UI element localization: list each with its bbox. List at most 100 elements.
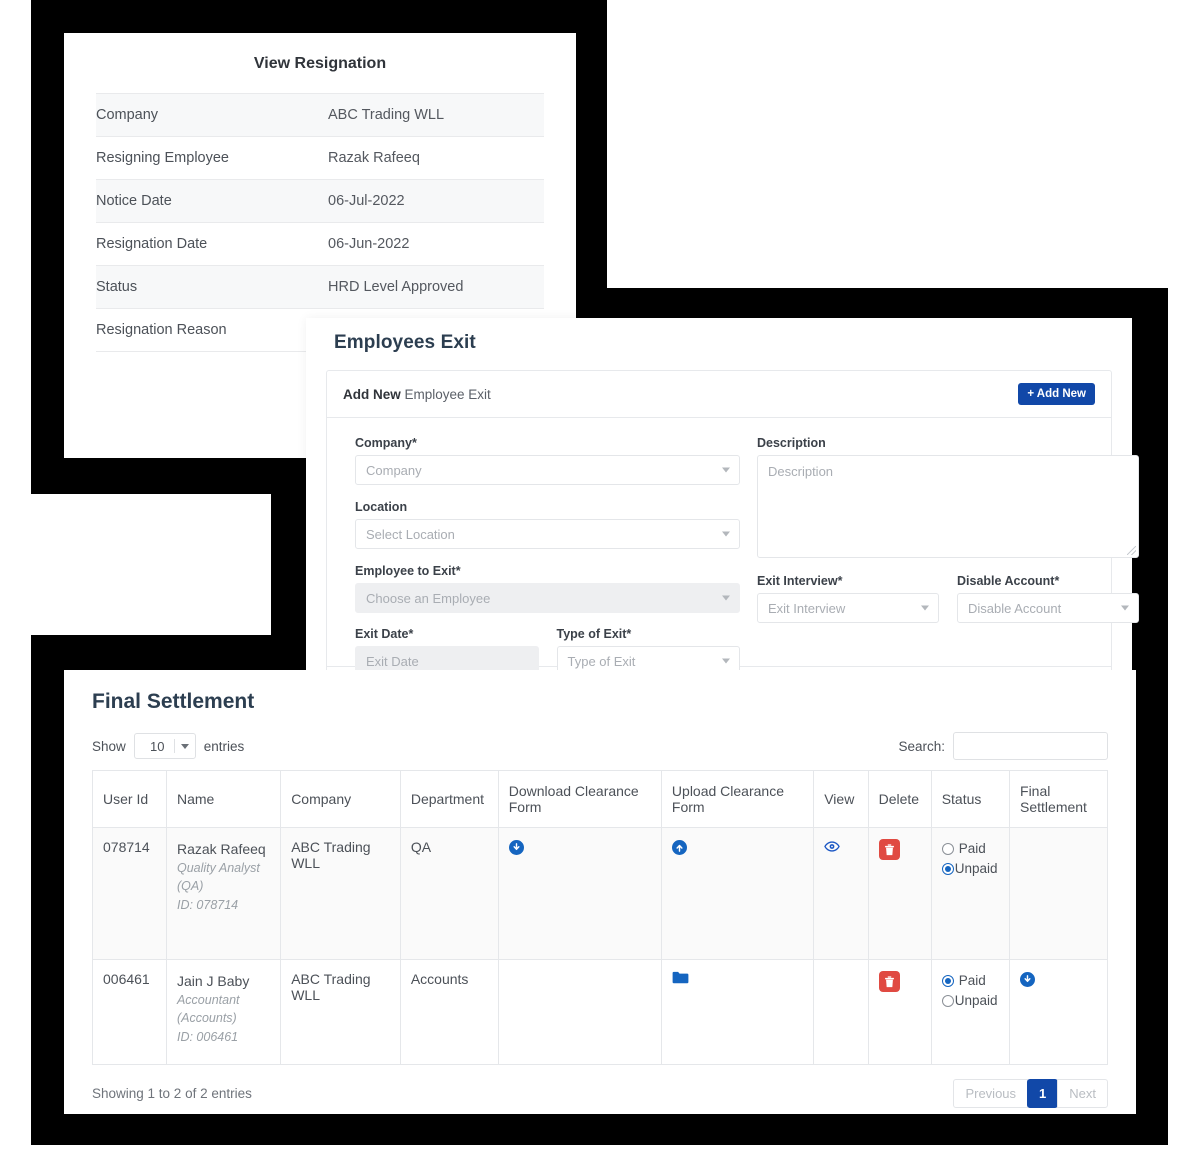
exit-date-group: Exit Date* Exit Date <box>355 627 539 676</box>
table-footer: Showing 1 to 2 of 2 entries Previous 1 N… <box>64 1065 1136 1108</box>
type-of-exit-label: Type of Exit* <box>557 627 741 641</box>
resize-grip-icon[interactable] <box>1127 546 1136 555</box>
status-radio-paid[interactable]: Paid <box>942 971 999 991</box>
employee-id-line: ID: 006461 <box>177 1028 270 1046</box>
status-radio-unpaid[interactable]: Unpaid <box>942 991 999 1011</box>
exit-interview-value: Exit Interview <box>768 601 845 616</box>
showing-entries-text: Showing 1 to 2 of 2 entries <box>92 1086 252 1101</box>
table-row: Company ABC Trading WLL <box>96 94 544 137</box>
cell-status: Paid Unpaid <box>931 960 1009 1065</box>
row-label: Resigning Employee <box>96 137 328 180</box>
chevron-down-icon <box>722 532 730 537</box>
row-value: Razak Rafeeq <box>328 137 544 180</box>
cell-user-id: 078714 <box>93 828 167 960</box>
cell-view <box>814 828 868 960</box>
description-textarea[interactable]: Description <box>757 455 1139 558</box>
row-value: 06-Jul-2022 <box>328 180 544 223</box>
search-input[interactable] <box>953 732 1108 760</box>
location-select[interactable]: Select Location <box>355 519 740 549</box>
row-label: Notice Date <box>96 180 328 223</box>
row-value: 06-Jun-2022 <box>328 223 544 266</box>
radio-selected-icon <box>942 863 954 875</box>
page-length-value: 10 <box>141 739 174 754</box>
cell-company: ABC Trading WLL <box>281 828 401 960</box>
eye-icon[interactable] <box>824 839 840 855</box>
cell-final-settlement <box>1010 828 1108 960</box>
trash-icon[interactable] <box>879 839 900 860</box>
disable-account-value: Disable Account <box>968 601 1061 616</box>
cell-delete <box>868 828 931 960</box>
upload-circle-icon[interactable] <box>672 840 687 855</box>
column-header-department: Department <box>400 771 498 828</box>
pagination-page-1[interactable]: 1 <box>1027 1079 1058 1108</box>
search-label: Search: <box>898 739 945 754</box>
radio-selected-icon <box>942 975 954 987</box>
location-label: Location <box>355 500 740 514</box>
cell-download-clearance <box>498 828 661 960</box>
screenshot-stage: View Resignation Company ABC Trading WLL… <box>0 0 1200 1153</box>
employee-to-exit-select[interactable]: Choose an Employee <box>355 583 740 613</box>
search-control: Search: <box>898 732 1108 760</box>
final-settlement-title: Final Settlement <box>64 670 1136 714</box>
chevron-down-icon <box>722 596 730 601</box>
exit-interview-group: Exit Interview* Exit Interview <box>757 574 939 623</box>
select-divider <box>174 739 175 753</box>
column-header-view: View <box>814 771 868 828</box>
description-label: Description <box>757 436 1139 450</box>
cell-company: ABC Trading WLL <box>281 960 401 1065</box>
trash-icon[interactable] <box>879 971 900 992</box>
column-header-name: Name <box>166 771 280 828</box>
pagination-next[interactable]: Next <box>1057 1079 1108 1108</box>
exit-interview-select[interactable]: Exit Interview <box>757 593 939 623</box>
cell-department: QA <box>400 828 498 960</box>
cell-user-id: 006461 <box>93 960 167 1065</box>
company-select[interactable]: Company <box>355 455 740 485</box>
disable-account-select[interactable]: Disable Account <box>957 593 1139 623</box>
backdrop-gap-white <box>31 494 270 635</box>
resignation-details-table: Company ABC Trading WLL Resigning Employ… <box>96 93 544 352</box>
panel-header-title-rest: Employee Exit <box>401 387 491 402</box>
table-row: 078714 Razak Rafeeq Quality Analyst (QA)… <box>93 828 1108 960</box>
cell-status: Paid Unpaid <box>931 828 1009 960</box>
status-radio-paid[interactable]: Paid <box>942 839 999 859</box>
cell-upload-clearance <box>661 960 813 1065</box>
page-length-select[interactable]: 10 <box>134 733 196 759</box>
company-select-value: Company <box>366 463 422 478</box>
row-label: Resignation Date <box>96 223 328 266</box>
chevron-down-icon <box>722 659 730 664</box>
pagination: Previous 1 Next <box>954 1079 1108 1108</box>
folder-icon[interactable] <box>672 971 689 987</box>
panel-body: Company* Company Location Select Locatio… <box>327 418 1111 666</box>
row-value: ABC Trading WLL <box>328 94 544 137</box>
employee-name: Jain J Baby <box>177 971 270 991</box>
row-value: HRD Level Approved <box>328 266 544 309</box>
row-label: Status <box>96 266 328 309</box>
company-label: Company* <box>355 436 740 450</box>
table-row: Status HRD Level Approved <box>96 266 544 309</box>
chevron-down-icon <box>181 744 189 749</box>
employee-designation: Accountant (Accounts) <box>177 991 270 1027</box>
employees-exit-card: Employees Exit Add New Employee Exit + A… <box>306 318 1132 728</box>
table-header-row: User Id Name Company Department Download… <box>93 771 1108 828</box>
employee-name: Razak Rafeeq <box>177 839 270 859</box>
pagination-previous[interactable]: Previous <box>953 1079 1028 1108</box>
column-header-company: Company <box>281 771 401 828</box>
column-header-upload-clearance-form: Upload Clearance Form <box>661 771 813 828</box>
chevron-down-icon <box>1121 606 1129 611</box>
status-radio-unpaid[interactable]: Unpaid <box>942 859 999 879</box>
exit-date-label: Exit Date* <box>355 627 539 641</box>
download-circle-icon[interactable] <box>1020 972 1035 987</box>
radio-unselected-icon <box>942 843 954 855</box>
panel-header-title: Add New Employee Exit <box>343 387 491 402</box>
cell-upload-clearance <box>661 828 813 960</box>
status-unpaid-label: Unpaid <box>955 859 998 879</box>
cell-download-clearance <box>498 960 661 1065</box>
download-circle-icon[interactable] <box>509 840 524 855</box>
form-right-column: Description Description Exit Interview* … <box>757 436 1139 623</box>
exit-date-value: Exit Date <box>366 654 419 669</box>
table-row: 006461 Jain J Baby Accountant (Accounts)… <box>93 960 1108 1065</box>
table-controls: Show 10 entries Search: <box>64 714 1136 770</box>
cell-delete <box>868 960 931 1065</box>
status-unpaid-label: Unpaid <box>955 991 998 1011</box>
add-new-button[interactable]: + Add New <box>1018 383 1095 405</box>
